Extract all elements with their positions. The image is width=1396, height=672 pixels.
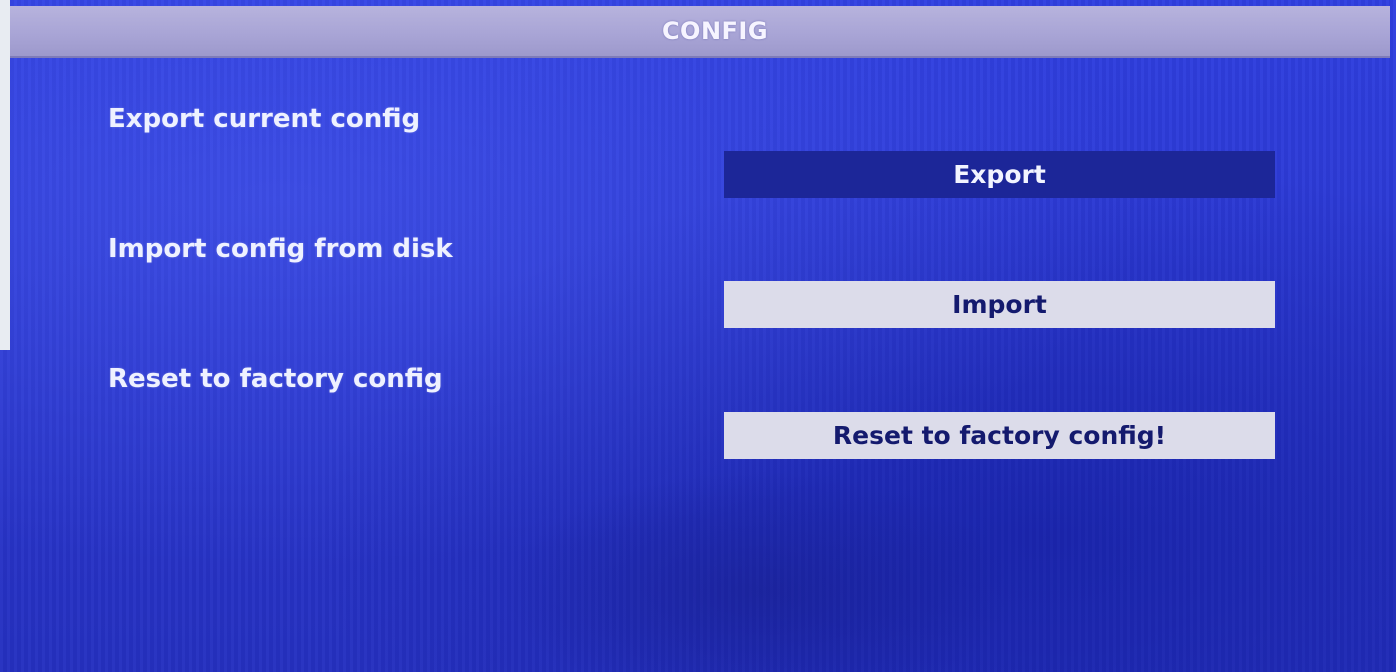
window-title: CONFIG (661, 17, 769, 45)
import-button[interactable]: Import (724, 281, 1275, 328)
reset-config-label: Reset to factory config (108, 364, 443, 394)
export-config-label: Export current config (108, 104, 421, 134)
monitor-bezel-edge (0, 0, 10, 350)
window-titlebar: CONFIG (10, 6, 1390, 58)
screen-glare (500, 470, 1020, 672)
export-button[interactable]: Export (724, 151, 1275, 198)
config-screen: CONFIG Export current config Export Impo… (0, 0, 1396, 672)
import-config-label: Import config from disk (108, 234, 453, 264)
reset-factory-button[interactable]: Reset to factory config! (724, 412, 1275, 459)
